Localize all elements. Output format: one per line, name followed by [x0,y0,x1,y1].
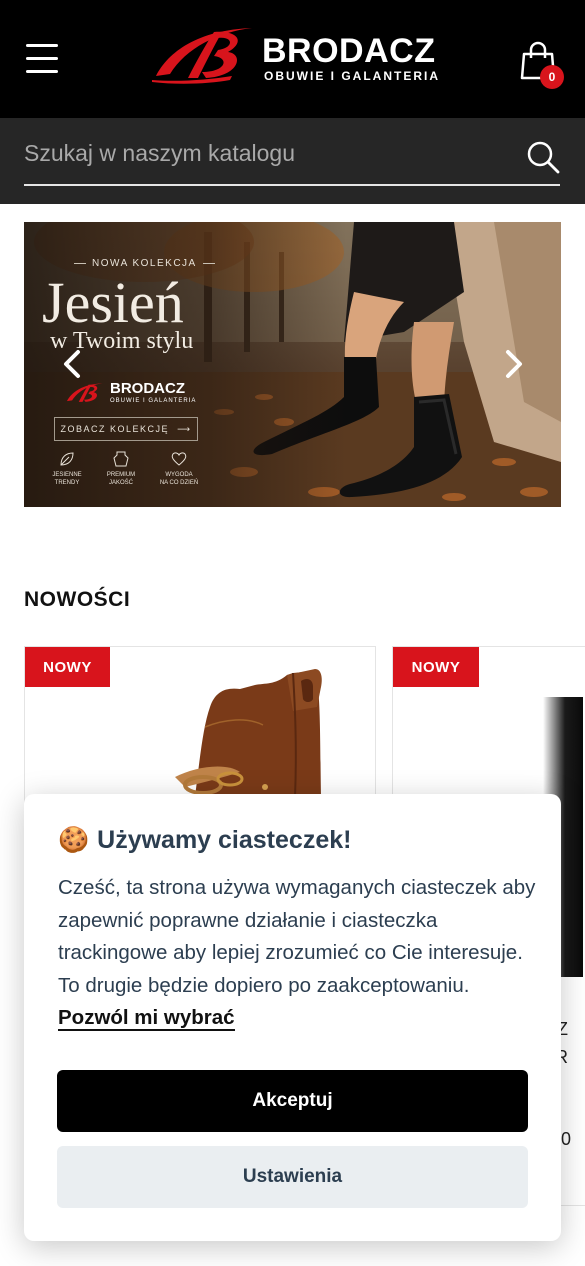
cart-button[interactable]: 0 [520,40,566,90]
cookie-message: Cześć, ta strona używa wymaganych ciaste… [58,872,538,1035]
search-icon[interactable] [526,140,560,174]
banner-logo: BRODACZ OBUWIE I GALANTERIA [64,376,197,410]
banner-logo-tagline: OBUWIE I GALANTERIA [110,398,197,404]
cookie-icon: 🍪 [58,826,90,854]
see-collection-label: ZOBACZ KOLEKCJĘ [60,424,170,434]
arrow-right-icon: ⟶ [177,423,192,434]
logo-mark-icon [152,28,252,84]
cart-count-badge: 0 [540,65,564,89]
cookie-body-text: Cześć, ta strona używa wymaganych ciaste… [58,876,536,997]
chevron-right-icon[interactable] [498,348,528,380]
brand-name: BRODACZ [262,32,436,70]
product-image [175,669,322,797]
feature-line2: TRENDY [54,480,80,487]
hamburger-menu-icon[interactable] [26,42,60,76]
banner-title: Jesień [42,270,184,335]
feature-comfort: WYGODA NA CO DZIEŃ [154,450,204,488]
feature-line1: PREMIUM [106,472,136,478]
section-title-new: NOWOŚCI [24,588,131,611]
new-badge: NOWY [393,647,479,687]
settings-button[interactable]: Ustawienia [57,1146,528,1208]
feature-line1: JESIENNE [52,472,82,478]
product-price-fragment: 0 [561,1129,572,1149]
chevron-left-icon[interactable] [58,348,88,380]
banner-logo-mark-icon [66,383,103,402]
feature-line2: JAKOŚĆ [108,480,133,487]
hero-banner[interactable]: NOWA KOLEKCJA Jesień w Twoim stylu BRODA… [24,222,561,507]
banner-kicker: NOWA KOLEKCJA [68,258,221,269]
see-collection-button[interactable]: ZOBACZ KOLEKCJĘ ⟶ [54,417,198,441]
feature-quality: PREMIUM JAKOŚĆ [96,450,146,488]
feature-trends: JESIENNE TRENDY [42,450,92,488]
leaf-icon [60,452,74,466]
cookie-title-text: Używamy ciasteczek! [97,826,352,854]
cookie-title: 🍪 Używamy ciasteczek! [58,826,351,855]
search-input[interactable] [24,130,560,186]
leather-icon [113,451,129,467]
banner-text-block: NOWA KOLEKCJA Jesień w Twoim stylu BRODA… [24,222,224,507]
feature-line1: WYGODA [165,472,193,478]
accept-button[interactable]: Akceptuj [57,1070,528,1132]
heart-icon [171,452,187,466]
cookie-consent-dialog: 🍪 Używamy ciasteczek! Cześć, ta strona u… [24,794,561,1241]
site-header: BRODACZ OBUWIE I GALANTERIA 0 [0,0,585,118]
let-me-choose-link[interactable]: Pozwól mi wybrać [58,1006,235,1032]
brand-logo[interactable]: BRODACZ OBUWIE I GALANTERIA [148,22,438,88]
feature-line2: NA CO DZIEŃ [159,480,199,487]
brand-tagline: OBUWIE I GALANTERIA [264,69,440,83]
banner-logo-name: BRODACZ [110,380,185,397]
